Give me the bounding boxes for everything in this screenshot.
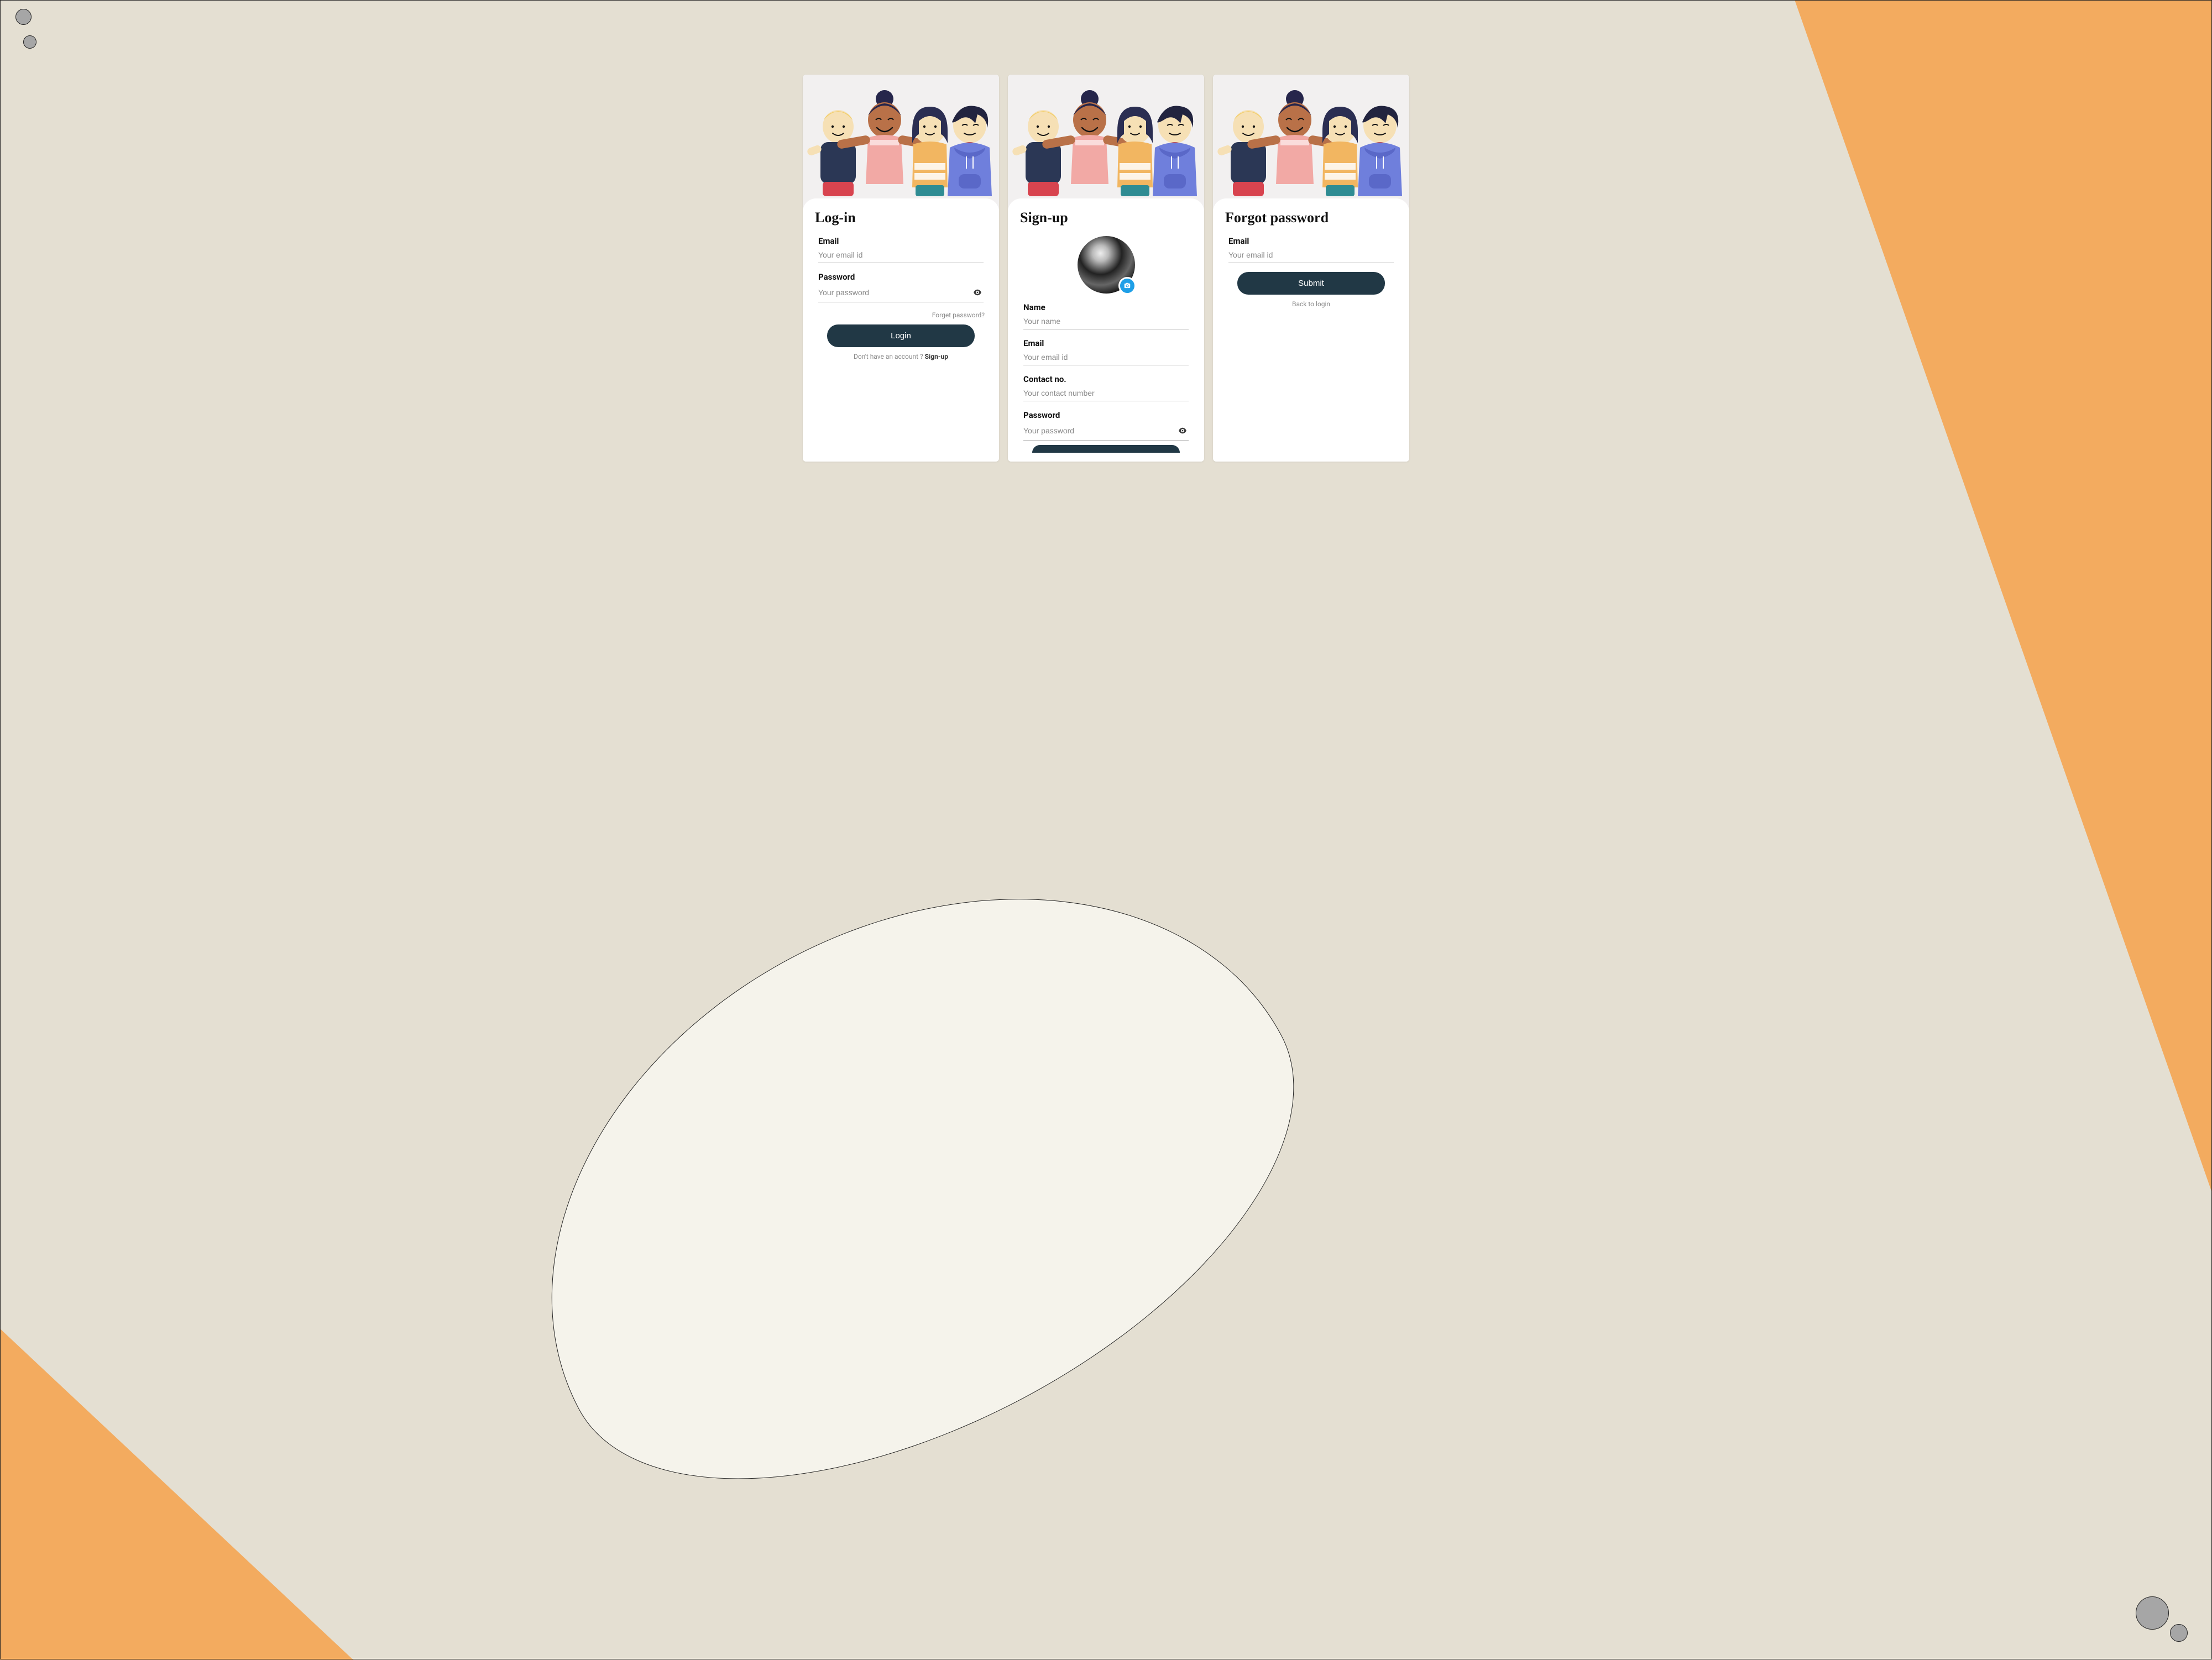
signup-hero-illustration — [1008, 75, 1204, 207]
signup-email-label: Email — [1023, 338, 1189, 348]
submit-button[interactable]: Submit — [1237, 272, 1385, 295]
camera-icon[interactable] — [1118, 277, 1136, 295]
eye-icon[interactable] — [971, 286, 984, 299]
forgot-hero-illustration — [1213, 75, 1409, 207]
signup-prompt-text: Don't have an account ? — [854, 353, 925, 360]
signup-title: Sign-up — [1020, 210, 1192, 226]
forgot-email-input[interactable] — [1228, 250, 1394, 259]
signup-password-input[interactable] — [1023, 426, 1176, 435]
forgot-password-link[interactable]: Forget password? — [815, 311, 987, 319]
signup-button[interactable] — [1032, 445, 1180, 453]
signup-name-label: Name — [1023, 302, 1189, 312]
signup-prompt: Don't have an account ? Sign-up — [815, 353, 987, 360]
login-hero-illustration — [803, 75, 999, 207]
login-password-input[interactable] — [818, 288, 971, 297]
forgot-email-label: Email — [1228, 236, 1394, 246]
forgot-title: Forgot password — [1225, 210, 1397, 226]
forgot-card: Forgot password Email Submit Back to log… — [1213, 75, 1409, 462]
signup-password-label: Password — [1023, 410, 1189, 420]
login-card: Log-in Email Password Forget password? L… — [803, 75, 999, 462]
signup-contact-input[interactable] — [1023, 389, 1189, 397]
signup-name-input[interactable] — [1023, 317, 1189, 326]
signup-link[interactable]: Sign-up — [925, 353, 948, 360]
eye-icon[interactable] — [1176, 425, 1189, 437]
login-email-input[interactable] — [818, 250, 984, 259]
signup-email-input[interactable] — [1023, 353, 1189, 362]
login-title: Log-in — [815, 210, 987, 226]
login-button[interactable]: Login — [827, 324, 975, 347]
login-password-label: Password — [818, 272, 984, 282]
signup-card: Sign-up Name Email Contact — [1008, 75, 1204, 462]
back-to-login-link[interactable]: Back to login — [1225, 300, 1397, 308]
signup-contact-label: Contact no. — [1023, 374, 1189, 384]
login-email-label: Email — [818, 236, 984, 246]
avatar-upload[interactable] — [1078, 236, 1135, 294]
